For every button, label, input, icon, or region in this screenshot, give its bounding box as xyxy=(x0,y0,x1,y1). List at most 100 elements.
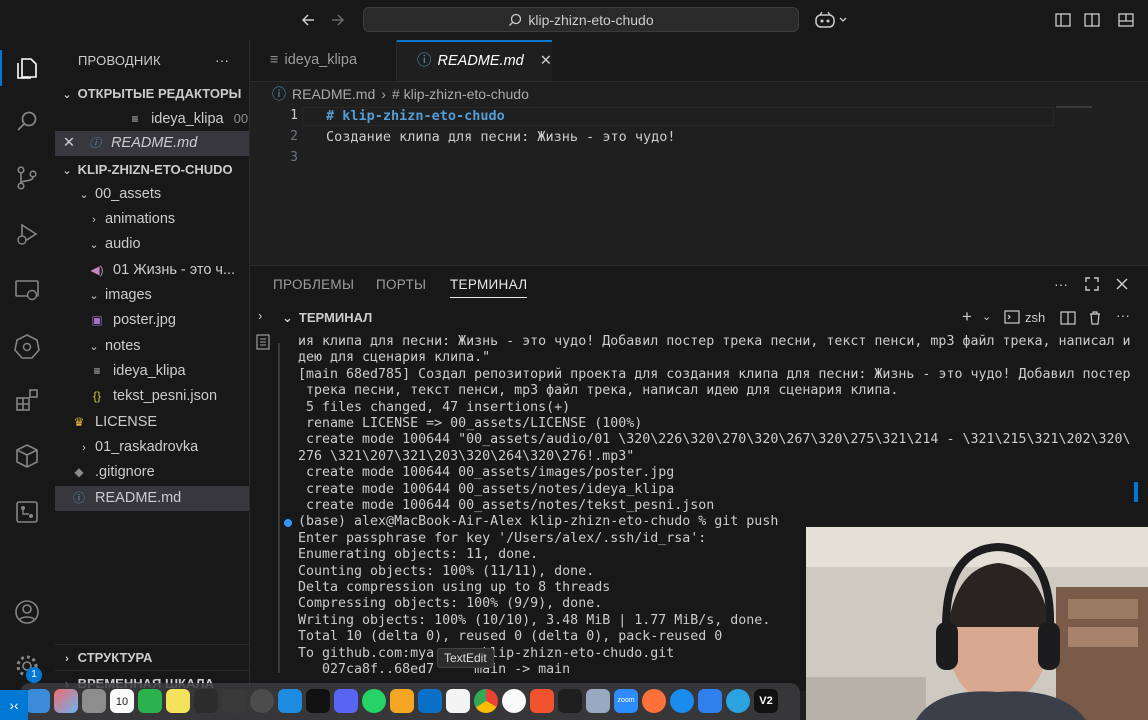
folder-animations[interactable]: › animations xyxy=(55,207,249,232)
new-terminal-icon[interactable]: + xyxy=(962,307,972,327)
tree-label: poster.jpg xyxy=(113,312,176,328)
terminal-section[interactable]: ⌄ ТЕРМИНАЛ xyxy=(282,310,372,326)
system-settings-icon[interactable] xyxy=(250,689,274,713)
file-poster[interactable]: ▣ poster.jpg xyxy=(55,308,249,333)
textedit-icon[interactable] xyxy=(446,689,470,713)
notes-icon[interactable] xyxy=(166,689,190,713)
calendar-icon[interactable]: 10 xyxy=(110,689,134,713)
folder-notes[interactable]: ⌄ notes xyxy=(55,334,249,359)
folder-images[interactable]: ⌄ images xyxy=(55,283,249,308)
yandex-browser-icon[interactable] xyxy=(502,689,526,713)
folder-00-assets[interactable]: ⌄ 00_assets xyxy=(55,182,249,207)
tab-terminal[interactable]: ТЕРМИНАЛ xyxy=(450,277,528,298)
terminal-tab-icon[interactable] xyxy=(255,333,271,351)
toggle-sidebar-icon[interactable] xyxy=(1053,10,1073,30)
file-tekst-pesni[interactable]: {} tekst_pesni.json xyxy=(55,384,249,409)
forward-arrow-icon[interactable] xyxy=(328,10,348,30)
remote-explorer-icon[interactable] xyxy=(13,276,41,304)
terminal-title: ТЕРМИНАЛ xyxy=(298,310,373,325)
messenger-icon[interactable] xyxy=(698,689,722,713)
close-icon[interactable]: ✕ xyxy=(540,53,552,69)
account-icon[interactable] xyxy=(13,598,41,626)
extensions-icon[interactable] xyxy=(13,386,41,414)
numbers-icon[interactable] xyxy=(138,689,162,713)
swift-icon[interactable] xyxy=(530,689,554,713)
calculator-icon[interactable] xyxy=(82,689,106,713)
copilot-icon[interactable] xyxy=(814,10,850,30)
launchpad-icon[interactable] xyxy=(54,689,78,713)
terminal-app-icon[interactable] xyxy=(558,689,582,713)
tab-problems[interactable]: ПРОБЛЕМЫ xyxy=(273,277,354,292)
terminal-shell-selector[interactable]: zsh xyxy=(1004,309,1045,325)
active-indicator xyxy=(0,50,2,86)
capcut-icon[interactable] xyxy=(306,689,330,713)
close-panel-icon[interactable] xyxy=(1114,276,1130,292)
chevron-down-icon xyxy=(838,15,848,25)
folder-raskadrovka[interactable]: › 01_raskadrovka xyxy=(55,435,249,460)
maximize-panel-icon[interactable] xyxy=(1084,276,1100,292)
containers-icon[interactable] xyxy=(13,442,41,470)
remote-indicator[interactable]: ›‹ xyxy=(0,690,28,720)
search-icon[interactable] xyxy=(13,108,41,136)
open-editor-readme[interactable]: ✕ ⓘ README.md xyxy=(55,131,249,156)
finder-icon[interactable] xyxy=(26,689,50,713)
chevron-right-icon[interactable]: › xyxy=(258,308,262,323)
chevron-right-icon: › xyxy=(92,214,96,226)
run-debug-icon[interactable] xyxy=(13,220,41,248)
command-center-search[interactable]: klip-zhizn-eto-chudo xyxy=(363,7,799,32)
back-arrow-icon[interactable] xyxy=(298,10,318,30)
firefox-icon[interactable] xyxy=(642,689,666,713)
file-readme[interactable]: ⓘ README.md xyxy=(55,486,249,511)
tree-label: LICENSE xyxy=(95,414,158,430)
project-section[interactable]: ⌄ KLIP-ZHIZN-ETO-CHUDO xyxy=(55,157,249,182)
tab-ideya-klipa[interactable]: ≡ ideya_klipa xyxy=(250,40,397,81)
close-icon[interactable]: ✕ xyxy=(55,131,83,156)
zoom-icon[interactable]: zoom xyxy=(614,689,638,713)
more-actions-icon[interactable]: ··· xyxy=(1116,307,1130,323)
figma-icon[interactable] xyxy=(194,689,218,713)
open-editor-ideya[interactable]: ≡ ideya_klipa 00... xyxy=(55,106,249,131)
kubernetes-icon[interactable] xyxy=(13,332,41,360)
tree-label: animations xyxy=(105,211,176,227)
v2-icon[interactable]: V2 xyxy=(754,689,778,713)
terminal-line: ия клипа для песни: Жизнь - это чудо! До… xyxy=(298,334,1131,349)
tool-icon[interactable] xyxy=(222,689,246,713)
docker-icon[interactable] xyxy=(278,689,302,713)
tab-ports[interactable]: ПОРТЫ xyxy=(376,277,426,292)
breadcrumb-file[interactable]: README.md xyxy=(292,86,375,102)
vscode-icon[interactable] xyxy=(418,689,442,713)
preview-icon[interactable] xyxy=(586,689,610,713)
source-control-icon[interactable] xyxy=(13,164,41,192)
minimap[interactable] xyxy=(1056,106,1092,108)
file-gitignore[interactable]: ◆ .gitignore xyxy=(55,460,249,485)
whatsapp-icon[interactable] xyxy=(362,689,386,713)
more-actions-icon[interactable]: ··· xyxy=(1054,276,1068,292)
file-license[interactable]: ♛ LICENSE xyxy=(55,410,249,435)
structure-section[interactable]: › СТРУКТУРА xyxy=(55,644,249,670)
file-audio-mp3[interactable]: ◀) 01 Жизнь - это ч... xyxy=(55,258,249,283)
customize-layout-icon[interactable] xyxy=(1116,10,1136,30)
explorer-icon[interactable] xyxy=(13,54,41,82)
split-terminal-icon[interactable] xyxy=(1060,310,1076,326)
tab-readme[interactable]: ⓘ README.md ✕ xyxy=(397,40,552,81)
file-ideya-klipa[interactable]: ≡ ideya_klipa xyxy=(55,359,249,384)
open-editors-section[interactable]: ⌄ ОТКРЫТЫЕ РЕДАКТОРЫ xyxy=(55,81,249,106)
chevron-down-icon[interactable]: ⌄ xyxy=(982,310,991,323)
chrome-icon[interactable] xyxy=(474,689,498,713)
sublime-icon[interactable] xyxy=(390,689,414,713)
terminal-line: rename LICENSE => 00_assets/LICENSE (100… xyxy=(298,416,643,431)
telegram-icon[interactable] xyxy=(726,689,750,713)
trash-icon[interactable] xyxy=(1087,310,1103,326)
code-line: Создание клипа для песни: Жизнь - это чу… xyxy=(326,129,676,145)
folder-audio[interactable]: ⌄ audio xyxy=(55,232,249,257)
git-graph-icon[interactable] xyxy=(13,498,41,526)
breadcrumb-section[interactable]: # klip-zhizn-eto-chudo xyxy=(392,86,529,102)
tab-label: ideya_klipa xyxy=(284,52,358,68)
discord-icon[interactable] xyxy=(334,689,358,713)
toggle-panel-icon[interactable] xyxy=(1082,10,1102,30)
tree-label: 00_assets xyxy=(95,186,162,202)
code-editor[interactable]: 1 # klip-zhizn-eto-chudo 2 Создание клип… xyxy=(250,104,1148,264)
more-actions-icon[interactable]: ··· xyxy=(215,52,229,68)
chevron-down-icon: ⌄ xyxy=(89,239,99,251)
safari-icon[interactable] xyxy=(670,689,694,713)
